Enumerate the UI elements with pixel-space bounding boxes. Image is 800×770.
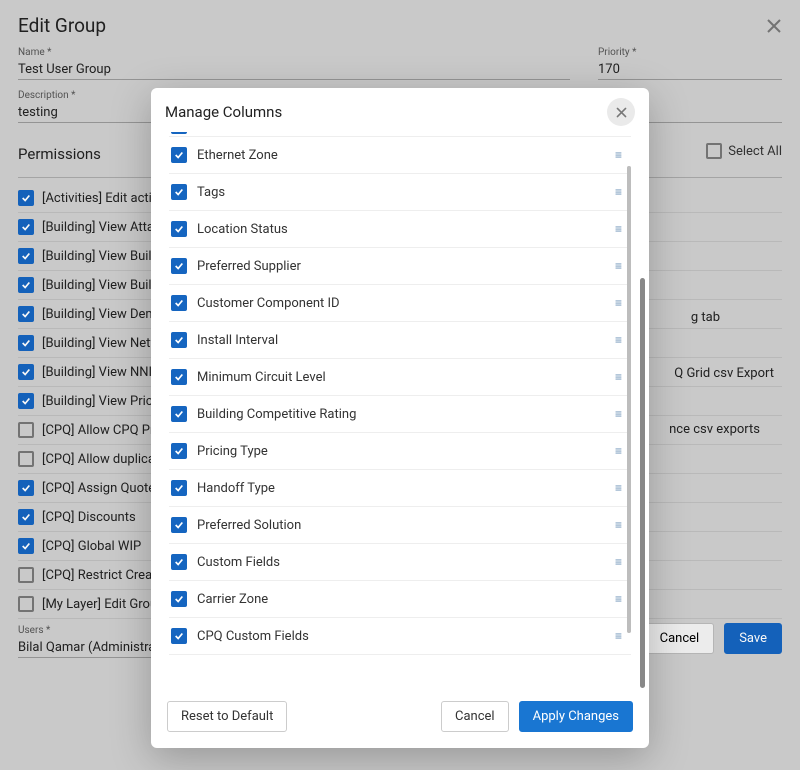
column-row: Preferred Solution ≡ [169, 507, 631, 544]
drag-handle-icon[interactable]: ≡ [615, 296, 623, 310]
column-checkbox[interactable] [171, 332, 187, 348]
column-label: Preferred Solution [197, 518, 605, 533]
column-row: Building Competitive Rating ≡ [169, 396, 631, 433]
column-checkbox[interactable] [171, 184, 187, 200]
drag-handle-icon[interactable]: ≡ [615, 222, 623, 236]
column-checkbox[interactable] [171, 147, 187, 163]
column-label: Custom Fields [197, 555, 605, 570]
inner-scrollbar[interactable] [627, 166, 631, 633]
column-row: Preferred Supplier ≡ [169, 248, 631, 285]
column-label: Customer Component ID [197, 296, 605, 311]
column-label: Install Interval [197, 333, 605, 348]
column-checkbox[interactable] [171, 406, 187, 422]
column-label: Preferred Supplier [197, 259, 605, 274]
column-label: Minimum Circuit Level [197, 370, 605, 385]
column-label: Building Competitive Rating [197, 407, 605, 422]
columns-list: Ethernet Zone≡Tags≡Location Status≡Prefe… [169, 132, 631, 689]
drag-handle-icon[interactable]: ≡ [615, 148, 623, 162]
manage-columns-modal: Manage Columns Ethernet Zone≡Tags≡Locati… [151, 88, 649, 748]
drag-handle-icon[interactable]: ≡ [615, 444, 623, 458]
column-checkbox[interactable] [171, 591, 187, 607]
modal-title: Manage Columns [165, 103, 282, 121]
drag-handle-icon[interactable]: ≡ [615, 407, 623, 421]
column-checkbox[interactable] [171, 369, 187, 385]
column-label: Ethernet Zone [197, 148, 605, 163]
column-label: CPQ Custom Fields [197, 629, 605, 644]
column-row: Handoff Type ≡ [169, 470, 631, 507]
column-checkbox[interactable] [171, 443, 187, 459]
column-row: Location Status ≡ [169, 211, 631, 248]
column-label: Tags [197, 185, 605, 200]
column-row: CPQ Custom Fields ≡ [169, 618, 631, 655]
column-label: Location Status [197, 222, 605, 237]
column-label: Handoff Type [197, 481, 605, 496]
column-row: Carrier Zone ≡ [169, 581, 631, 618]
column-row: Minimum Circuit Level ≡ [169, 359, 631, 396]
apply-changes-button[interactable]: Apply Changes [519, 701, 633, 732]
column-checkbox[interactable] [171, 221, 187, 237]
column-checkbox[interactable] [171, 628, 187, 644]
drag-handle-icon[interactable]: ≡ [615, 592, 623, 606]
drag-handle-icon[interactable]: ≡ [615, 481, 623, 495]
column-label: Carrier Zone [197, 592, 605, 607]
modal-overlay: Manage Columns Ethernet Zone≡Tags≡Locati… [0, 0, 800, 770]
column-checkbox[interactable] [171, 480, 187, 496]
column-checkbox[interactable] [171, 258, 187, 274]
column-row: Pricing Type ≡ [169, 433, 631, 470]
column-row: Customer Component ID ≡ [169, 285, 631, 322]
drag-handle-icon[interactable]: ≡ [615, 370, 623, 384]
drag-handle-icon[interactable]: ≡ [615, 259, 623, 273]
column-checkbox[interactable] [171, 517, 187, 533]
column-checkbox[interactable] [171, 132, 187, 134]
modal-close-button[interactable] [607, 98, 635, 126]
drag-handle-icon[interactable]: ≡ [615, 555, 623, 569]
drag-handle-icon[interactable]: ≡ [615, 518, 623, 532]
drag-handle-icon[interactable]: ≡ [615, 333, 623, 347]
column-label: Pricing Type [197, 444, 605, 459]
column-row: Custom Fields ≡ [169, 544, 631, 581]
column-checkbox[interactable] [171, 295, 187, 311]
column-row: Tags ≡ [169, 174, 631, 211]
drag-handle-icon[interactable]: ≡ [615, 629, 623, 643]
modal-cancel-button[interactable]: Cancel [441, 701, 509, 732]
column-row: Ethernet Zone ≡ [169, 137, 631, 174]
column-row: Install Interval ≡ [169, 322, 631, 359]
reset-to-default-button[interactable]: Reset to Default [167, 701, 287, 732]
outer-scrollbar[interactable] [640, 128, 645, 688]
drag-handle-icon[interactable]: ≡ [615, 185, 623, 199]
column-checkbox[interactable] [171, 554, 187, 570]
